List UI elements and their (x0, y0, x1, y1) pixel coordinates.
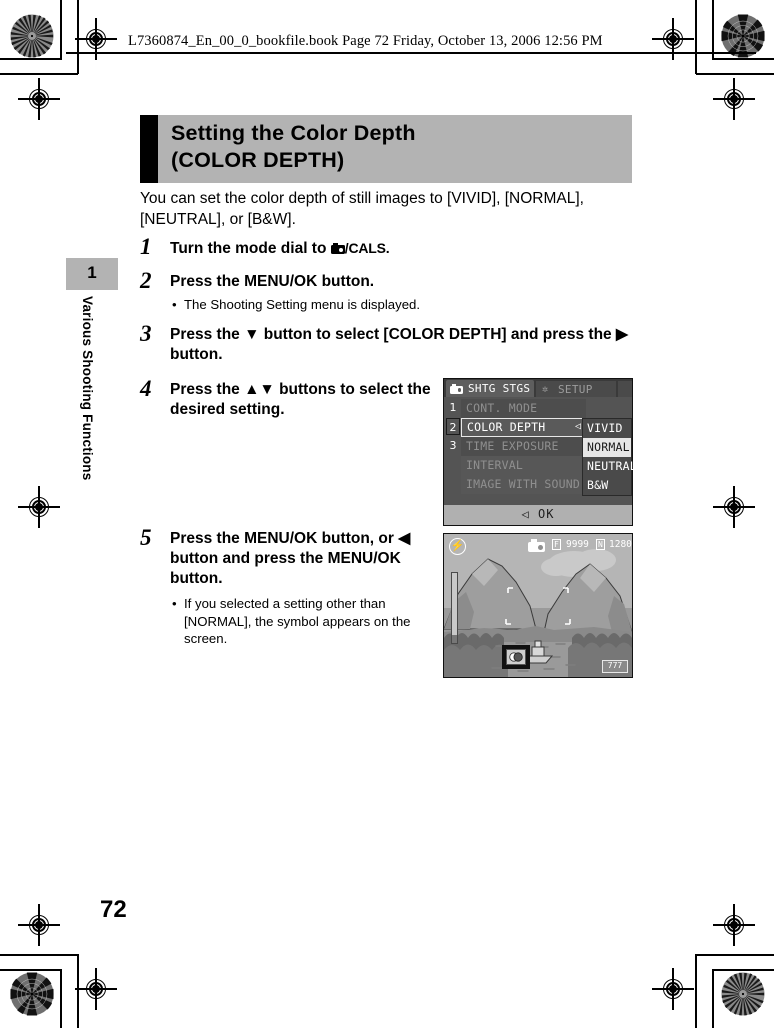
tab-shooting-settings-label: SHTG STGS (468, 382, 531, 395)
chapter-number: 1 (87, 263, 97, 282)
step-1-text: Turn the mode dial to /CALS. (170, 238, 390, 259)
flash-off-icon: ⚡ (449, 538, 466, 555)
tab-setup[interactable]: ✲ SETUP (536, 381, 616, 397)
page-title-line1: Setting the Color Depth (171, 121, 416, 145)
submenu-option-neutral[interactable]: NEUTRAL (583, 457, 637, 476)
lcd-preview-screenshot: ⚡ F 9999 N 1280 777 (443, 533, 633, 678)
submenu-option-bw[interactable]: B&W (583, 476, 631, 495)
chapter-title-vertical: Various Shooting Functions (66, 296, 118, 546)
color-depth-symbol-overlay (502, 645, 530, 669)
menu-item-time-exposure[interactable]: TIME EXPOSURE (461, 437, 586, 456)
chapter-tab: 1 (66, 258, 118, 290)
step-5-bullet-text: If you selected a setting other than [NO… (184, 596, 411, 646)
menu-item-interval[interactable]: INTERVAL (461, 456, 586, 475)
still-camera-icon (528, 539, 545, 552)
tab-shooting-settings[interactable]: SHTG STGS (446, 380, 534, 397)
image-size: 1280 (609, 539, 632, 550)
page-number: 72 (100, 896, 127, 923)
lcd-menu-screenshot: SHTG STGS ✲ SETUP 1 2 3 CONT. MODE COLOR… (443, 378, 637, 526)
camera-icon (450, 384, 463, 394)
menu-item-cont-mode[interactable]: CONT. MODE (461, 399, 586, 418)
submenu-option-vivid[interactable]: VIVID (583, 419, 631, 438)
menu-page-1[interactable]: 1 (446, 399, 460, 416)
step-1-text-before: Turn the mode dial to (170, 240, 331, 257)
step-5-text: Press the MENU/OK button, or ◀ button an… (170, 530, 411, 587)
step-2-text: Press the MENU/OK button. (170, 273, 375, 290)
step-3-number: 3 (140, 321, 152, 346)
step-4-text: Press the ▲▼ buttons to select the desir… (170, 381, 431, 418)
step-5-bullet: • If you selected a setting other than [… (172, 595, 434, 648)
lcd-tab-bar: SHTG STGS ✲ SETUP (444, 379, 632, 397)
step-2-number: 2 (140, 268, 152, 293)
submenu-color-depth-options: VIVID NORMAL NEUTRAL B&W (582, 418, 637, 496)
wrench-icon: ✲ (542, 384, 549, 395)
chapter-title: Various Shooting Functions (80, 296, 95, 481)
step-2-bullet: • The Shooting Setting menu is displayed… (172, 296, 604, 314)
menu-page-indicators: 1 2 3 (446, 399, 460, 503)
intro-paragraph: You can set the color depth of still ima… (140, 190, 584, 228)
lcd-footer-ok-label: ◁ OK (521, 507, 555, 521)
color-depth-symbol-icon (509, 652, 523, 662)
bullet-dot: • (172, 297, 177, 312)
shots-remaining: 9999 (566, 539, 589, 550)
title-accent-bar (140, 115, 158, 183)
step-5-number: 5 (140, 525, 152, 550)
step-4-number: 4 (140, 376, 152, 401)
step-2-bullet-text: The Shooting Setting menu is displayed. (184, 297, 421, 312)
step-3-text: Press the ▼ button to select [COLOR DEPT… (170, 326, 628, 363)
preview-landscape-artwork (444, 549, 632, 677)
tab-setup-label: SETUP (558, 383, 593, 396)
quality-badge: F (552, 539, 561, 550)
step-1-text-after: /CALS. (344, 240, 390, 256)
zoom-slider[interactable] (451, 572, 458, 644)
submenu-left-arrow-icon: ◁ (575, 421, 582, 432)
step-1-number: 1 (140, 234, 152, 259)
menu-item-color-depth[interactable]: COLOR DEPTH (461, 418, 586, 437)
menu-page-2[interactable]: 2 (446, 418, 460, 435)
menu-item-image-with-sound[interactable]: IMAGE WITH SOUND (461, 475, 586, 494)
picture-quality-badge: N (596, 539, 605, 550)
bullet-dot: • (172, 596, 177, 611)
lcd-footer-bar: ◁ OK (444, 505, 632, 525)
menu-page-3[interactable]: 3 (446, 437, 460, 454)
tab-overflow[interactable] (618, 381, 632, 397)
page-title-line2: (COLOR DEPTH) (171, 148, 345, 172)
camera-icon (330, 243, 345, 254)
menu-item-list: CONT. MODE COLOR DEPTH TIME EXPOSURE INT… (461, 399, 586, 494)
storage-card-indicator: 777 (602, 660, 628, 673)
page-body: Setting the Color Depth (COLOR DEPTH) Yo… (0, 0, 774, 1028)
submenu-option-normal[interactable]: NORMAL (583, 438, 631, 457)
section-title-band: Setting the Color Depth (COLOR DEPTH) (140, 115, 632, 183)
